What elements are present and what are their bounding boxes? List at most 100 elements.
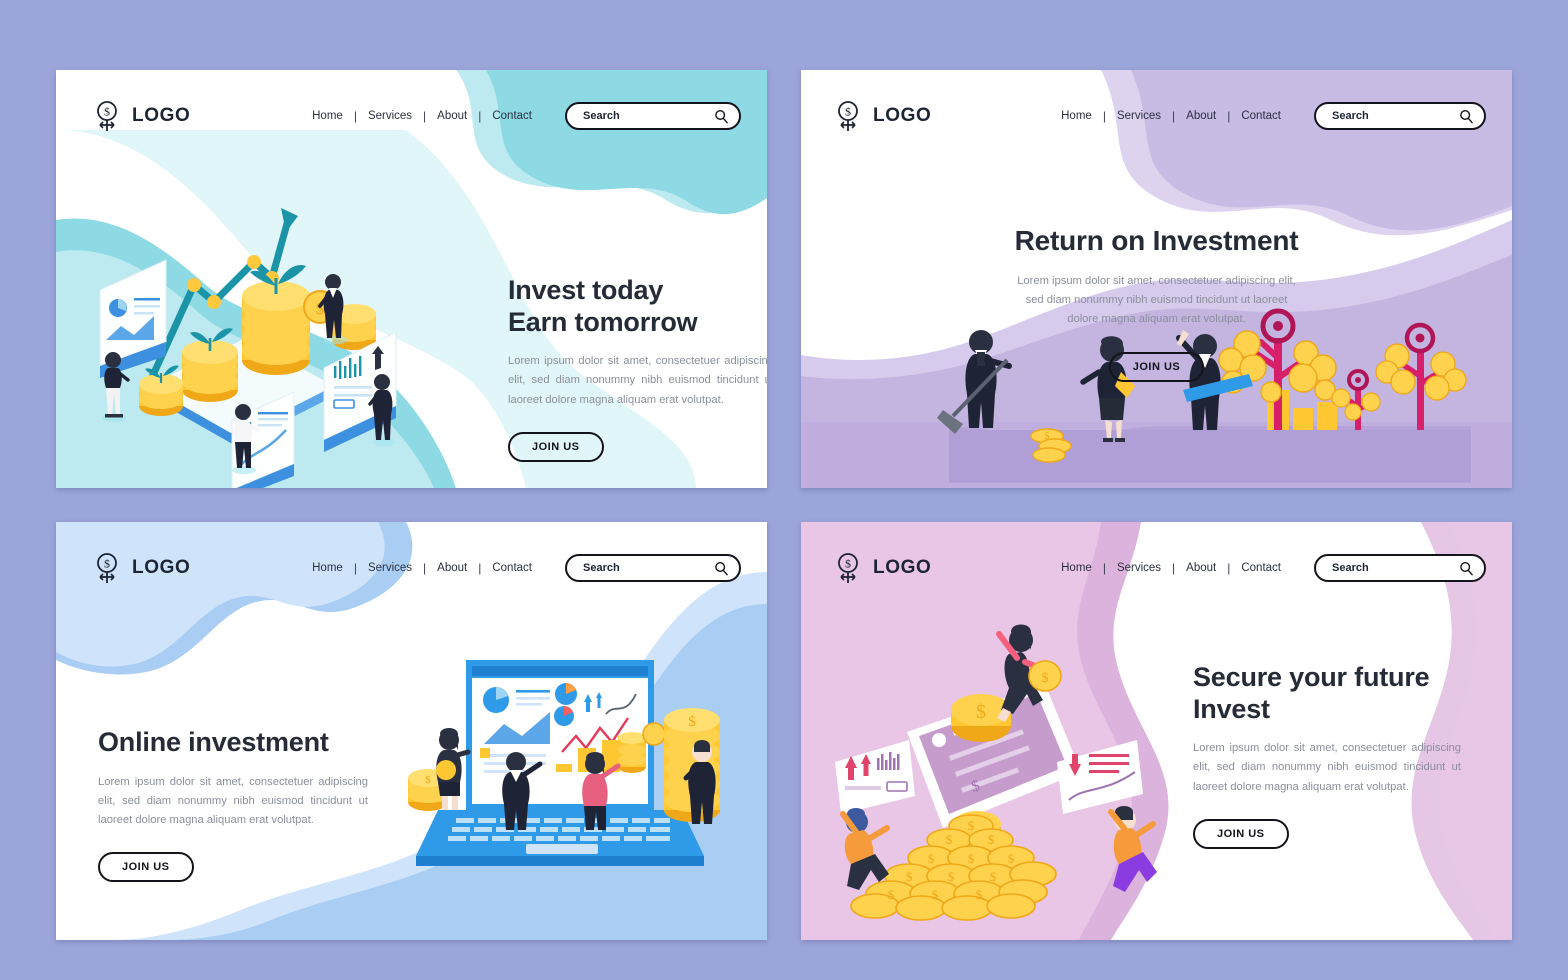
panel4-content: Secure your future Invest Lorem ipsum do… <box>1193 662 1461 849</box>
nav-item-services[interactable]: Services <box>1106 562 1172 574</box>
panel-invest-today: $ LOGO Home | Services | About | Contact… <box>56 70 767 488</box>
body-text: Lorem ipsum dolor sit amet, consectetuer… <box>508 355 767 406</box>
panel-online-investment: $ LOGO Home | Services | About | Contact… <box>56 522 767 940</box>
svg-text:$: $ <box>968 818 975 833</box>
panel3-content: Online investment Lorem ipsum dolor sit … <box>98 727 368 883</box>
nav-item-about[interactable]: About <box>1175 110 1227 122</box>
page-title: Online investment <box>98 727 329 757</box>
search-placeholder: Search <box>583 562 620 574</box>
dollar-flower-icon: $ <box>97 101 117 131</box>
chart-card-left <box>835 740 915 814</box>
main-nav: Home | Services | About | Contact <box>301 561 543 575</box>
svg-text:$: $ <box>928 851 935 866</box>
search-placeholder: Search <box>1332 562 1369 574</box>
logo-text: LOGO <box>873 105 932 126</box>
search-input[interactable]: Search <box>1314 102 1486 130</box>
nav-item-about[interactable]: About <box>426 110 478 122</box>
brand-logo[interactable]: $ LOGO <box>833 100 931 132</box>
page-title: Invest today Earn tomorrow <box>508 275 767 338</box>
nav-item-about[interactable]: About <box>1175 562 1227 574</box>
illustration-isometric-coins-growth-chart: $ <box>99 208 397 488</box>
nav-item-contact[interactable]: Contact <box>1230 562 1292 574</box>
nav-item-home[interactable]: Home <box>1050 562 1103 574</box>
search-placeholder: Search <box>583 110 620 122</box>
person-man-right-floating <box>1108 806 1157 892</box>
join-us-button[interactable]: JOIN US <box>1193 818 1289 849</box>
svg-text:$: $ <box>946 832 953 847</box>
nav-item-contact[interactable]: Contact <box>1230 110 1292 122</box>
main-nav: Home | Services | About | Contact <box>301 109 543 123</box>
title-line-2: Earn tomorrow <box>508 306 698 337</box>
nav-item-contact[interactable]: Contact <box>481 110 543 122</box>
svg-text:$: $ <box>906 869 913 884</box>
dollar-flower-icon: $ <box>838 553 858 583</box>
logo-text: LOGO <box>132 557 191 578</box>
svg-text:$: $ <box>1045 431 1050 441</box>
svg-text:$: $ <box>104 105 110 119</box>
svg-text:$: $ <box>1042 671 1049 686</box>
illustration-laptop-dashboard-coins: $ $ <box>408 660 720 866</box>
search-input[interactable]: Search <box>1314 554 1486 582</box>
nav-item-contact[interactable]: Contact <box>481 562 543 574</box>
svg-text:$: $ <box>845 557 851 571</box>
nav-item-services[interactable]: Services <box>357 562 423 574</box>
title-line-2: Invest <box>1193 693 1270 724</box>
body-text: Lorem ipsum dolor sit amet, consectetuer… <box>98 775 368 827</box>
svg-text:$: $ <box>948 869 955 884</box>
nav-item-services[interactable]: Services <box>1106 110 1172 122</box>
body-text: Lorem ipsum dolor sit amet, consectetuer… <box>1017 274 1296 326</box>
join-us-button[interactable]: JOIN US <box>98 852 194 883</box>
nav-item-services[interactable]: Services <box>357 110 423 122</box>
brand-logo[interactable]: $ LOGO <box>92 100 190 132</box>
nav-item-home[interactable]: Home <box>301 562 354 574</box>
panel1-header: $ LOGO Home | Services | About | Contact… <box>56 70 767 162</box>
svg-text:$: $ <box>976 887 983 902</box>
join-us-button[interactable]: JOIN US <box>508 431 604 462</box>
search-icon[interactable] <box>714 561 729 576</box>
search-input[interactable]: Search <box>565 554 741 582</box>
logo-text: LOGO <box>132 105 191 126</box>
join-us-button[interactable]: JOIN US <box>1108 351 1205 382</box>
title-line-1: Secure your future <box>1193 662 1430 692</box>
svg-text:$: $ <box>932 887 939 902</box>
body-text: Lorem ipsum dolor sit amet, consectetuer… <box>1193 742 1461 793</box>
dollar-flower-icon: $ <box>838 101 858 131</box>
page-title: Return on Investment <box>1014 225 1299 256</box>
search-input[interactable]: Search <box>565 102 741 130</box>
panel4-header: $ LOGO Home | Services | About | Contact… <box>801 522 1512 614</box>
nav-item-home[interactable]: Home <box>1050 110 1103 122</box>
panel-secure-your-future: $ LOGO Home | Services | About | Contact… <box>801 522 1512 940</box>
search-icon[interactable] <box>1459 561 1474 576</box>
svg-text:$: $ <box>845 105 851 119</box>
main-nav: Home | Services | About | Contact <box>1050 109 1292 123</box>
illustration-smartphone-coin-pile: $ $ $$ $ $ $ $ $ $ $ $ $ $ $ <box>835 624 1157 921</box>
svg-text:$: $ <box>990 869 997 884</box>
search-placeholder: Search <box>1332 110 1369 122</box>
landing-page-grid: $ LOGO Home | Services | About | Contact… <box>56 70 1512 940</box>
panel2-header: $ LOGO Home | Services | About | Contact… <box>801 70 1512 162</box>
svg-text:$: $ <box>976 701 986 723</box>
svg-text:$: $ <box>1008 851 1015 866</box>
nav-item-home[interactable]: Home <box>301 110 354 122</box>
panel3-header: $ LOGO Home | Services | About | Contact… <box>56 522 767 614</box>
nav-item-about[interactable]: About <box>426 562 478 574</box>
panel-return-on-investment: $ LOGO Home | Services | About | Contact… <box>801 70 1512 488</box>
title-line-1: Invest today <box>508 275 664 305</box>
page-title: Secure your future Invest <box>1193 662 1461 725</box>
svg-text:$: $ <box>688 714 696 730</box>
panel1-content: Invest today Earn tomorrow Lorem ipsum d… <box>508 275 767 462</box>
svg-text:$: $ <box>888 887 895 902</box>
main-nav: Home | Services | About | Contact <box>1050 561 1292 575</box>
panel2-content: Return on Investment Lorem ipsum dolor s… <box>801 225 1512 382</box>
svg-text:$: $ <box>425 774 431 786</box>
svg-text:$: $ <box>968 851 975 866</box>
dollar-flower-icon: $ <box>97 553 117 583</box>
logo-text: LOGO <box>873 557 932 578</box>
svg-text:$: $ <box>988 832 995 847</box>
person-man-left-floating <box>840 808 890 890</box>
search-icon[interactable] <box>714 109 729 124</box>
brand-logo[interactable]: $ LOGO <box>92 552 190 584</box>
brand-logo[interactable]: $ LOGO <box>833 552 931 584</box>
search-icon[interactable] <box>1459 109 1474 124</box>
svg-text:$: $ <box>104 557 110 571</box>
